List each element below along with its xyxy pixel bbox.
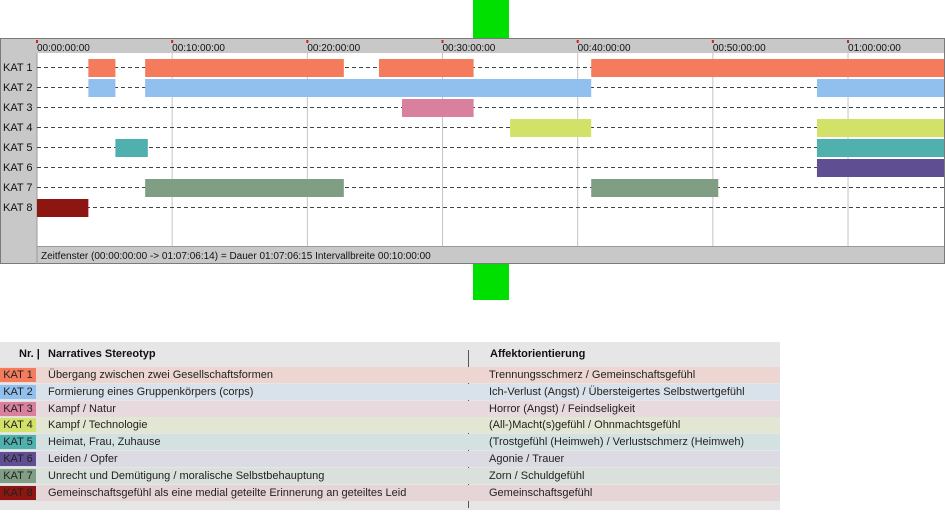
interval-bar bbox=[591, 59, 944, 77]
legend-row: KAT 3 Kampf / Natur Horror (Angst) / Feind… bbox=[0, 400, 780, 417]
x-tick-label: 00:50:00:00 bbox=[713, 43, 766, 54]
legend-color-badge: KAT 1 bbox=[0, 368, 36, 382]
legend-row: KAT 4 Kampf / Technologie (All-)Macht(s)ge… bbox=[0, 417, 780, 434]
legend-header-affect: Affektorientierung bbox=[490, 348, 586, 360]
legend-affect: Zorn / Schuldgefühl bbox=[489, 469, 585, 482]
interval-bar bbox=[816, 159, 944, 177]
interval-bar bbox=[816, 79, 944, 97]
x-tick-label: 01:00:00:00 bbox=[848, 43, 901, 54]
category-label: KAT 4 bbox=[3, 122, 33, 134]
legend-header-nr: Nr. | bbox=[19, 348, 40, 360]
green-marker-bottom bbox=[473, 264, 509, 300]
legend-color-badge: KAT 7 bbox=[0, 468, 36, 483]
legend-affect: Ich-Verlust (Angst) / Übersteigertes Sel… bbox=[489, 385, 745, 398]
category-label: KAT 8 bbox=[3, 202, 33, 214]
category-label: KAT 6 bbox=[3, 162, 33, 174]
legend-header-stereotype: Narratives Stereotyp bbox=[48, 348, 156, 360]
legend-row: KAT 6 Leiden / Opfer Agonie / Trauer bbox=[0, 451, 780, 467]
legend-color-badge: KAT 6 bbox=[0, 452, 36, 466]
legend-affect: Gemeinschaftsgefühl bbox=[489, 486, 593, 499]
legend-stereotype: Kampf / Natur bbox=[48, 402, 116, 415]
category-label: KAT 5 bbox=[3, 142, 33, 154]
x-tick-label: 00:40:00:00 bbox=[578, 43, 631, 54]
interval-bar bbox=[816, 119, 944, 137]
legend-stereotype: Übergang zwischen zwei Gesellschaftsform… bbox=[48, 369, 273, 381]
legend-affect: Agonie / Trauer bbox=[489, 453, 565, 465]
interval-bar bbox=[591, 179, 719, 197]
legend-affect: (All-)Macht(s)gefühl / Ohnmachtsgefühl bbox=[489, 419, 681, 432]
category-label: KAT 3 bbox=[3, 102, 33, 114]
legend-color-badge: KAT 8 bbox=[0, 485, 36, 500]
interval-bar bbox=[510, 119, 592, 137]
legend-color-badge: KAT 5 bbox=[0, 435, 36, 450]
legend-stereotype: Formierung eines Gruppenkörpers (corps) bbox=[48, 385, 254, 398]
interval-bar bbox=[145, 59, 344, 77]
x-tick-label: 00:20:00:00 bbox=[307, 43, 360, 54]
interval-bar bbox=[401, 99, 474, 117]
interval-bar bbox=[145, 79, 592, 97]
interval-bar bbox=[88, 59, 116, 77]
legend-row-background bbox=[0, 400, 780, 417]
legend-affect: Trennungsschmerz / Gemeinschaftsgefühl bbox=[489, 369, 696, 381]
category-label: KAT 2 bbox=[3, 82, 33, 94]
legend-row: KAT 7 Unrecht und Demütigung / moralische… bbox=[0, 467, 780, 484]
legend-row: KAT 8 Gemeinschaftsgefühl als eine medial… bbox=[0, 484, 780, 501]
interval-bar bbox=[37, 199, 89, 217]
legend-stereotype: Unrecht und Demütigung / moralische Selb… bbox=[48, 469, 325, 482]
x-tick-label: 00:00:00:00 bbox=[37, 43, 90, 54]
green-marker-top bbox=[473, 0, 509, 38]
interval-bar bbox=[145, 179, 344, 197]
legend-stereotype: Gemeinschaftsgefühl als eine medial gete… bbox=[48, 486, 407, 499]
legend-affect: (Trostgefühl (Heimweh) / Verlustschmerz … bbox=[489, 436, 745, 449]
category-legend-table: Nr. | Narratives Stereotyp Affektorienti… bbox=[0, 342, 780, 510]
legend-row: KAT 2 Formierung eines Gruppenkörpers (co… bbox=[0, 383, 780, 400]
legend-row: KAT 5 Heimat, Frau, Zuhause (Trostgefühl (… bbox=[0, 434, 780, 451]
interval-bar bbox=[816, 139, 944, 157]
legend-row: KAT 1 Übergang zwischen zwei Gesellschaft… bbox=[0, 367, 780, 383]
interval-bar bbox=[115, 139, 148, 157]
interval-bar bbox=[88, 79, 116, 97]
legend-color-badge: KAT 3 bbox=[0, 401, 36, 416]
category-label: KAT 1 bbox=[3, 62, 33, 74]
legend-stereotype: Leiden / Opfer bbox=[48, 453, 118, 465]
legend-stereotype: Heimat, Frau, Zuhause bbox=[48, 436, 161, 449]
legend-color-badge: KAT 4 bbox=[0, 418, 36, 433]
timeline-chart: 00:00:00:00 00:10:00:00 00:20:00:00 00:30:0… bbox=[0, 38, 945, 264]
legend-color-badge: KAT 2 bbox=[0, 384, 36, 399]
legend-affect: Horror (Angst) / Feindseligkeit bbox=[489, 402, 636, 415]
x-tick-label: 00:30:00:00 bbox=[443, 43, 496, 54]
interval-bar bbox=[378, 59, 474, 77]
x-tick-label: 00:10:00:00 bbox=[172, 43, 225, 54]
category-label: KAT 7 bbox=[3, 182, 33, 194]
legend-stereotype: Kampf / Technologie bbox=[48, 419, 148, 432]
footer-text: Zeitfenster (00:00:00:00 -> 01:07:06:14)… bbox=[41, 251, 431, 262]
